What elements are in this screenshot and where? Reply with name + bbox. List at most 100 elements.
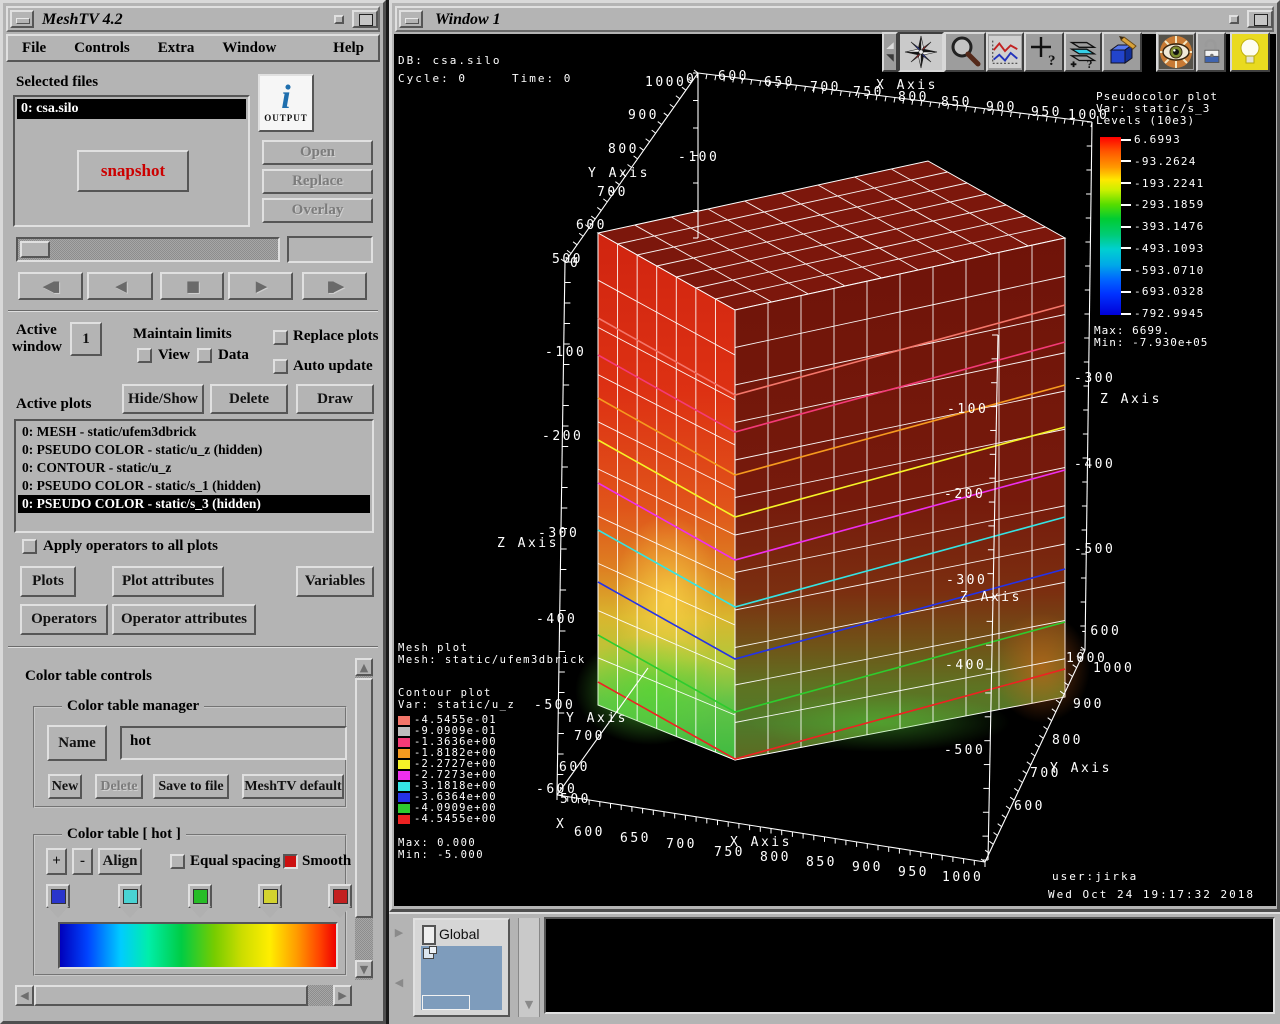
curve-plot-button[interactable] xyxy=(986,32,1024,72)
operators-button[interactable]: Operators xyxy=(20,604,108,635)
lightbulb-button[interactable] xyxy=(1230,32,1270,72)
meshtv-titlebar[interactable]: MeshTV 4.2 xyxy=(6,6,380,32)
name-button[interactable]: Name xyxy=(47,725,107,761)
open-button[interactable]: Open xyxy=(262,140,373,165)
viewport-indicator[interactable] xyxy=(422,995,470,1010)
contour-swatch xyxy=(398,793,410,802)
eye-visibility-button[interactable] xyxy=(1156,32,1196,72)
plot-attributes-button[interactable]: Plot attributes xyxy=(112,566,224,597)
compass-navigate-button[interactable] xyxy=(898,32,944,72)
color-marker[interactable] xyxy=(258,884,282,908)
axis-label: -100 xyxy=(678,150,719,165)
restore-icon[interactable] xyxy=(334,15,344,24)
menu-extra[interactable]: Extra xyxy=(144,40,209,57)
scroll-up-icon[interactable]: ▲ xyxy=(355,658,373,676)
view-checkbox[interactable] xyxy=(137,348,152,363)
color-marker-pointer[interactable] xyxy=(329,906,351,918)
color-gradient-bar[interactable] xyxy=(58,922,338,969)
add-color-button[interactable]: + xyxy=(46,848,67,875)
operator-attributes-button[interactable]: Operator attributes xyxy=(112,604,256,635)
viz-canvas[interactable]: 600650700750X Axis8008509009501000100090… xyxy=(394,34,1276,906)
plot-list-item[interactable]: 0: MESH - static/ufem3dbrick xyxy=(18,423,370,441)
variables-button[interactable]: Variables xyxy=(296,566,374,597)
scroll-left-icon[interactable]: ◀ xyxy=(15,985,34,1006)
snapshot-button[interactable]: snapshot xyxy=(77,150,189,192)
step-forward-button[interactable]: ▮▶ xyxy=(302,272,367,300)
horizontal-scrollbar-thumb[interactable] xyxy=(34,985,308,1006)
cycle-value-field[interactable] xyxy=(287,236,373,263)
overlay-button[interactable]: Overlay xyxy=(262,198,373,223)
window1-titlebar[interactable]: Window 1 xyxy=(395,6,1274,32)
legend-tick-value: -593.0710 xyxy=(1134,264,1204,277)
output-button[interactable]: i OUTPUT xyxy=(258,74,314,132)
menu-window[interactable]: Window xyxy=(208,40,290,57)
plot-list-item[interactable]: 0: PSEUDO COLOR - static/u_z (hidden) xyxy=(18,441,370,459)
menu-file[interactable]: File xyxy=(8,40,60,57)
scroll-down-icon[interactable]: ▼ xyxy=(521,996,537,1012)
save-to-file-button[interactable]: Save to file xyxy=(153,774,229,799)
data-checkbox[interactable] xyxy=(197,348,212,363)
equal-spacing-checkbox[interactable] xyxy=(170,854,185,869)
minimize-icon[interactable] xyxy=(399,10,423,28)
color-marker[interactable] xyxy=(188,884,212,908)
vertical-scrollbar[interactable]: ▲ ▼ xyxy=(355,658,373,980)
restore-icon[interactable] xyxy=(1229,15,1239,24)
legend-tick: -792.9945 xyxy=(1121,307,1204,320)
color-marker-pointer[interactable] xyxy=(259,906,281,918)
maximize-icon[interactable] xyxy=(352,10,378,28)
delete-plot-button[interactable]: Delete xyxy=(210,384,288,414)
pane-expand-icon[interactable]: ▶ xyxy=(390,922,408,942)
color-marker-pointer[interactable] xyxy=(119,906,141,918)
stop-button[interactable]: ■ xyxy=(160,272,224,300)
global-view-panel[interactable]: Global xyxy=(413,918,510,1017)
step-reverse-button[interactable]: ◀▮ xyxy=(18,272,83,300)
vertical-scrollbar-thumb[interactable] xyxy=(355,678,373,918)
plot-list-item[interactable]: 0: PSEUDO COLOR - static/s_1 (hidden) xyxy=(18,477,370,495)
color-marker[interactable] xyxy=(328,884,352,908)
remove-color-button[interactable]: - xyxy=(72,848,93,875)
align-button[interactable]: Align xyxy=(98,848,142,875)
legend-tick: -593.0710 xyxy=(1121,264,1204,277)
maximize-icon[interactable] xyxy=(1247,10,1273,28)
play-forward-button[interactable]: ▶ xyxy=(228,272,293,300)
menu-help[interactable]: Help xyxy=(319,40,378,57)
pick-query-button[interactable]: ? xyxy=(1024,32,1064,72)
scroll-right-icon[interactable]: ▶ xyxy=(333,985,352,1006)
collapse-strip-button[interactable] xyxy=(882,32,898,72)
apply-operators-checkbox[interactable] xyxy=(22,539,37,554)
minimize-icon[interactable] xyxy=(10,10,34,28)
active-window-select[interactable]: 1 xyxy=(70,322,102,356)
scroll-down-icon[interactable]: ▼ xyxy=(355,960,373,978)
lock-button[interactable] xyxy=(1196,32,1226,72)
color-marker[interactable] xyxy=(118,884,142,908)
auto-update-checkbox[interactable] xyxy=(273,359,288,374)
plots-button[interactable]: Plots xyxy=(20,566,76,597)
color-marker-pointer[interactable] xyxy=(189,906,211,918)
color-marker-pointer[interactable] xyxy=(47,906,69,918)
file-item[interactable]: 0: csa.silo xyxy=(17,99,246,119)
pane-collapse-icon[interactable]: ◀ xyxy=(390,972,408,992)
plot-list-item[interactable]: 0: PSEUDO COLOR - static/s_3 (hidden) xyxy=(18,495,370,513)
plot-list-item[interactable]: 0: CONTOUR - static/u_z xyxy=(18,459,370,477)
name-input[interactable]: hot xyxy=(120,726,347,760)
draw-button[interactable]: Draw xyxy=(296,384,374,414)
slice-query-button[interactable]: ? xyxy=(1064,32,1102,72)
hide-show-button[interactable]: Hide/Show xyxy=(122,384,204,414)
replace-button[interactable]: Replace xyxy=(262,169,373,194)
delete-button[interactable]: Delete xyxy=(95,774,143,799)
color-marker[interactable] xyxy=(46,884,70,908)
global-thumbnail[interactable] xyxy=(421,946,502,1010)
horizontal-scrollbar[interactable]: ◀ ▶ xyxy=(15,985,352,1006)
meshtv-default-button[interactable]: MeshTV default xyxy=(242,774,344,799)
play-reverse-button[interactable]: ◀ xyxy=(87,272,153,300)
menu-controls[interactable]: Controls xyxy=(60,40,144,57)
panel-scrollbar[interactable]: ▼ xyxy=(518,918,540,1017)
annotate-box-button[interactable] xyxy=(1102,32,1142,72)
new-button[interactable]: New xyxy=(48,774,82,799)
cycle-slider-thumb[interactable] xyxy=(20,241,50,258)
smooth-checkbox[interactable] xyxy=(283,854,298,869)
tick-mark xyxy=(1121,247,1131,249)
cycle-slider[interactable] xyxy=(16,237,280,262)
replace-plots-checkbox[interactable] xyxy=(273,330,288,345)
zoom-magnifier-button[interactable] xyxy=(944,32,986,72)
